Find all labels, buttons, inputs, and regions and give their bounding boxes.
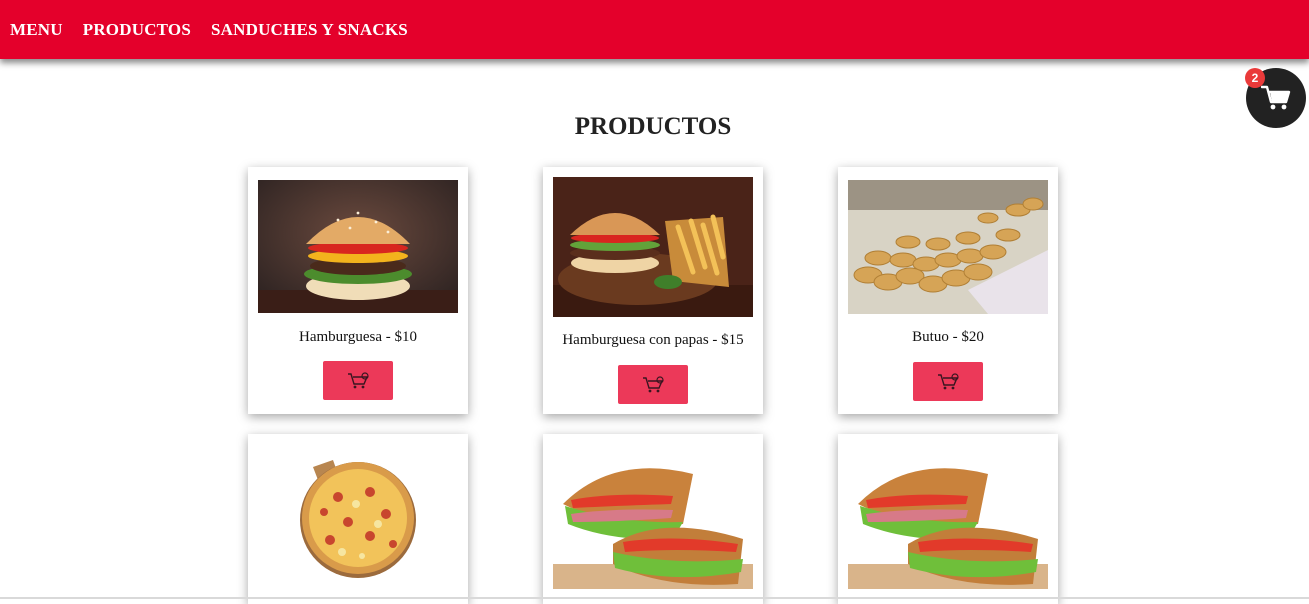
- add-to-cart-button[interactable]: [618, 365, 688, 404]
- burger-with-fries-image: [553, 177, 753, 317]
- cart-button[interactable]: 2: [1245, 68, 1306, 128]
- product-card: [838, 434, 1058, 604]
- product-name: Hamburguesa - $10: [298, 329, 418, 345]
- cart-add-icon: [938, 372, 959, 389]
- sandwich-image: [848, 444, 1048, 589]
- cart-add-icon: [348, 371, 369, 388]
- product-image: [553, 444, 753, 589]
- product-name: Butuo - $20: [912, 329, 984, 345]
- product-card: Hamburguesa con papas - $15: [543, 167, 763, 414]
- product-card: [248, 434, 468, 604]
- nav-productos-link[interactable]: PRODUCTOS: [83, 20, 191, 40]
- nav-menu-link[interactable]: MENU: [10, 20, 63, 40]
- product-image: [553, 177, 753, 317]
- product-name: Hamburguesa con papas - $15: [562, 332, 744, 348]
- nav-sanduches-link[interactable]: SANDUCHES Y SNACKS: [211, 20, 408, 40]
- top-navbar: MENU PRODUCTOS SANDUCHES Y SNACKS: [0, 0, 1309, 59]
- page-title: PRODUCTOS: [574, 113, 732, 140]
- product-card: [543, 434, 763, 604]
- product-image: [258, 180, 458, 313]
- product-image: [258, 452, 458, 582]
- shopping-cart-icon: [1261, 85, 1291, 110]
- cart-count-badge: 2: [1245, 68, 1265, 88]
- add-to-cart-button[interactable]: [323, 361, 393, 400]
- add-to-cart-button[interactable]: [913, 362, 983, 401]
- empanadas-image: [848, 180, 1048, 314]
- product-card: Butuo - $20: [838, 167, 1058, 414]
- burger-image: [258, 180, 458, 313]
- sandwich-image: [553, 444, 753, 589]
- pizza-image: [258, 452, 458, 582]
- cart-add-icon: [643, 375, 664, 392]
- product-image: [848, 180, 1048, 314]
- product-card: Hamburguesa - $10: [248, 167, 468, 414]
- product-image: [848, 444, 1048, 589]
